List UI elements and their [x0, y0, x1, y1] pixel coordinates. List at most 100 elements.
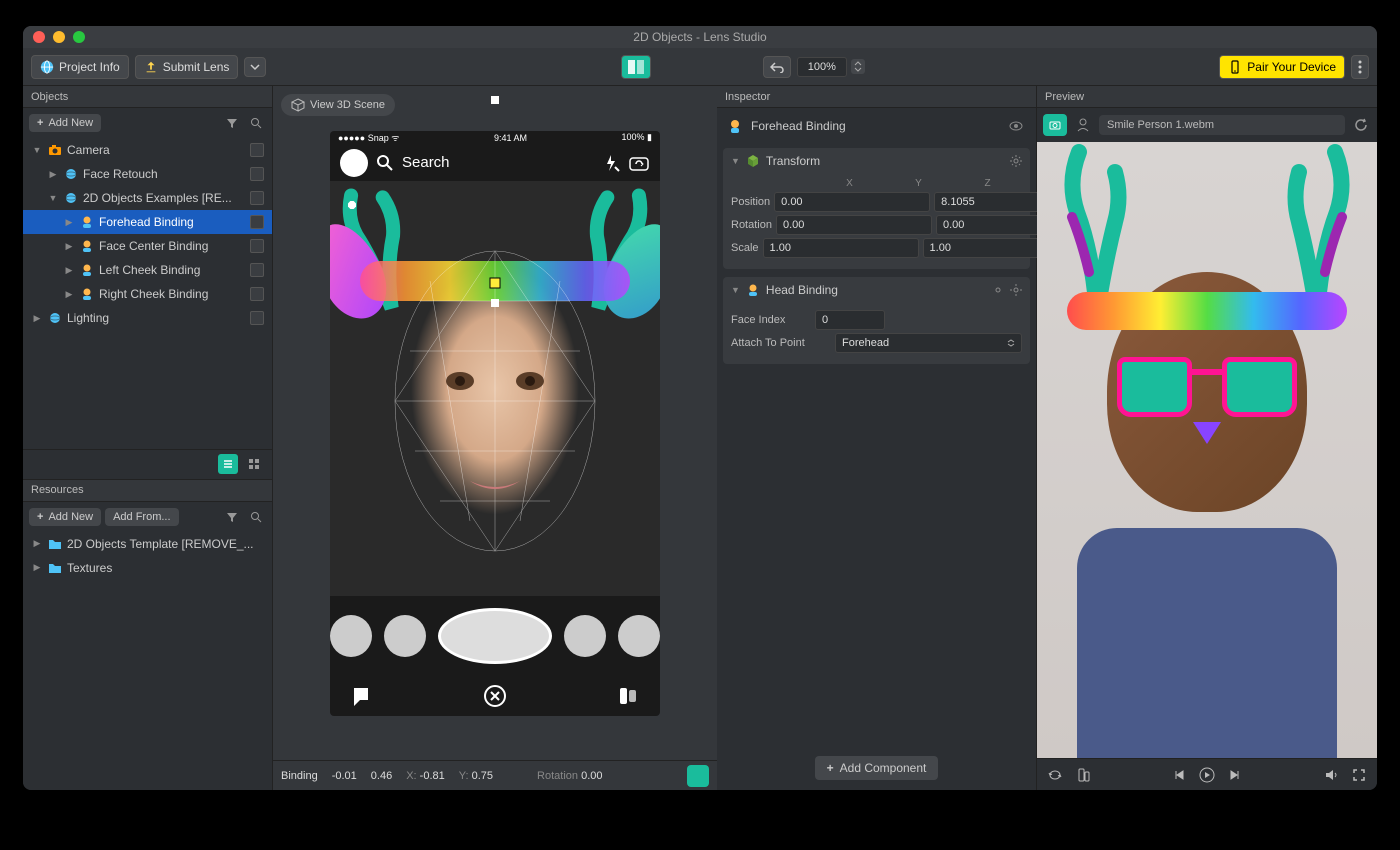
preview-camera-toggle[interactable] [1043, 114, 1067, 136]
add-from-button[interactable]: Add From... [105, 508, 178, 526]
search-icon [250, 511, 262, 523]
visibility-checkbox[interactable] [250, 311, 264, 325]
submit-lens-button[interactable]: Submit Lens [135, 55, 239, 79]
lens-capture[interactable] [438, 608, 552, 664]
preview-fullscreen-button[interactable] [1349, 765, 1369, 785]
res-search-button[interactable] [246, 507, 266, 527]
visibility-checkbox[interactable] [250, 191, 264, 205]
position-x[interactable] [774, 192, 930, 212]
maximize-window[interactable] [73, 31, 85, 43]
attach-point-select[interactable]: Forehead [835, 333, 1022, 353]
resources-tree: ▶ 2D Objects Template [REMOVE_... ▶Texture… [23, 532, 272, 791]
lens-carousel[interactable] [330, 606, 660, 666]
preview-sound-button[interactable] [1321, 765, 1341, 785]
lens-option[interactable] [384, 615, 426, 657]
res-filter-button[interactable] [222, 507, 242, 527]
filter-button[interactable] [222, 113, 242, 133]
tree-item-lighting[interactable]: ▶ Lighting [23, 306, 272, 330]
view-3d-button[interactable]: View 3D Scene [281, 94, 395, 116]
visibility-checkbox[interactable] [250, 215, 264, 229]
render-mode-button[interactable] [687, 765, 709, 787]
grid-icon [248, 458, 260, 470]
pair-device-button[interactable]: Pair Your Device [1219, 55, 1345, 79]
link-icon[interactable] [992, 284, 1004, 296]
phone-statusbar: ●●●●● Snap ᯤ 9:41 AM 100% ▮ [330, 131, 660, 145]
preview-flip-button[interactable] [1045, 765, 1065, 785]
objects-toolbar: +Add New [23, 108, 272, 138]
expand-arrow[interactable]: ▶ [63, 289, 75, 300]
visibility-toggle[interactable] [1006, 116, 1026, 136]
undo-button[interactable] [763, 56, 791, 78]
binding-gizmo[interactable] [489, 277, 501, 289]
tree-item-face-retouch[interactable]: ▶Face Retouch [23, 162, 272, 186]
tree-item-left-cheek-binding[interactable]: ▶Left Cheek Binding [23, 258, 272, 282]
expand-arrow[interactable]: ▶ [31, 313, 43, 324]
submit-dropdown[interactable] [244, 57, 266, 77]
eye-icon [1009, 119, 1023, 133]
lens-option[interactable] [618, 615, 660, 657]
handle-corner[interactable] [348, 201, 356, 209]
expand-arrow[interactable]: ▼ [31, 145, 43, 155]
expand-arrow[interactable]: ▶ [63, 217, 75, 228]
expand-arrow[interactable]: ▶ [63, 241, 75, 252]
head-binding-header[interactable]: ▼ Head Binding [723, 277, 1030, 303]
visibility-checkbox[interactable] [250, 239, 264, 253]
preview-file-select[interactable]: Smile Person 1.webm [1099, 115, 1345, 135]
visibility-checkbox[interactable] [250, 167, 264, 181]
preview-device-button[interactable] [1073, 765, 1093, 785]
menu-button[interactable] [1351, 55, 1369, 79]
visibility-checkbox[interactable] [250, 287, 264, 301]
grid-view-button[interactable] [244, 454, 264, 474]
expand-arrow[interactable]: ▶ [31, 538, 43, 549]
left-column: Objects +Add New ▼Camera▶Face Retouch▼2D… [23, 86, 273, 790]
tree-item-face-center-binding[interactable]: ▶Face Center Binding [23, 234, 272, 258]
visibility-checkbox[interactable] [250, 263, 264, 277]
scale-x[interactable] [763, 238, 919, 258]
preview-prev-button[interactable] [1169, 765, 1189, 785]
tree-item-right-cheek-binding[interactable]: ▶ Right Cheek Binding [23, 282, 272, 306]
preview-next-button[interactable] [1225, 765, 1245, 785]
chevron-down-icon [1007, 343, 1015, 347]
chevron-down-icon[interactable] [854, 67, 862, 72]
minimize-window[interactable] [53, 31, 65, 43]
handle-center[interactable] [491, 299, 499, 307]
close-icon[interactable] [483, 684, 507, 708]
transform-header[interactable]: ▼ Transform [723, 148, 1030, 174]
preview-person-toggle[interactable] [1073, 115, 1093, 135]
list-view-button[interactable] [218, 454, 238, 474]
gear-icon[interactable] [1010, 155, 1022, 167]
resource-item[interactable]: ▶Textures [23, 556, 272, 580]
preview-refresh[interactable] [1351, 115, 1371, 135]
search-button[interactable] [246, 113, 266, 133]
preview-headband [1067, 292, 1347, 330]
tree-item-2d-objects-examples-re-[interactable]: ▼2D Objects Examples [RE... [23, 186, 272, 210]
face-index-input[interactable] [815, 310, 885, 330]
lens-option[interactable] [564, 615, 606, 657]
add-component-button[interactable]: + Add Component [815, 756, 939, 780]
panels-toggle[interactable] [621, 55, 651, 79]
expand-arrow[interactable]: ▶ [47, 169, 59, 180]
tree-label: Lighting [67, 311, 250, 325]
zoom-control[interactable]: 100% [797, 57, 865, 77]
add-object-button[interactable]: +Add New [29, 114, 101, 132]
add-resource-button[interactable]: +Add New [29, 508, 101, 526]
resource-item[interactable]: ▶ 2D Objects Template [REMOVE_... [23, 532, 272, 556]
expand-arrow[interactable]: ▼ [47, 193, 59, 203]
close-window[interactable] [33, 31, 45, 43]
project-info-button[interactable]: Project Info [31, 55, 129, 79]
chevron-up-icon[interactable] [854, 61, 862, 66]
rotation-x[interactable] [776, 215, 932, 235]
handle-top[interactable] [491, 96, 499, 104]
expand-arrow[interactable]: ▶ [63, 265, 75, 276]
preview-play-button[interactable] [1197, 765, 1217, 785]
tree-item-forehead-binding[interactable]: ▶Forehead Binding [23, 210, 272, 234]
lens-option[interactable] [330, 615, 372, 657]
phone-icon [1228, 60, 1242, 74]
expand-arrow[interactable]: ▶ [31, 562, 43, 573]
viewport[interactable]: ●●●●● Snap ᯤ 9:41 AM 100% ▮ Search [273, 86, 717, 760]
tree-label: 2D Objects Template [REMOVE_... [67, 537, 264, 551]
tree-label: Right Cheek Binding [99, 287, 250, 301]
visibility-checkbox[interactable] [250, 143, 264, 157]
tree-item-camera[interactable]: ▼Camera [23, 138, 272, 162]
gear-icon[interactable] [1010, 284, 1022, 296]
